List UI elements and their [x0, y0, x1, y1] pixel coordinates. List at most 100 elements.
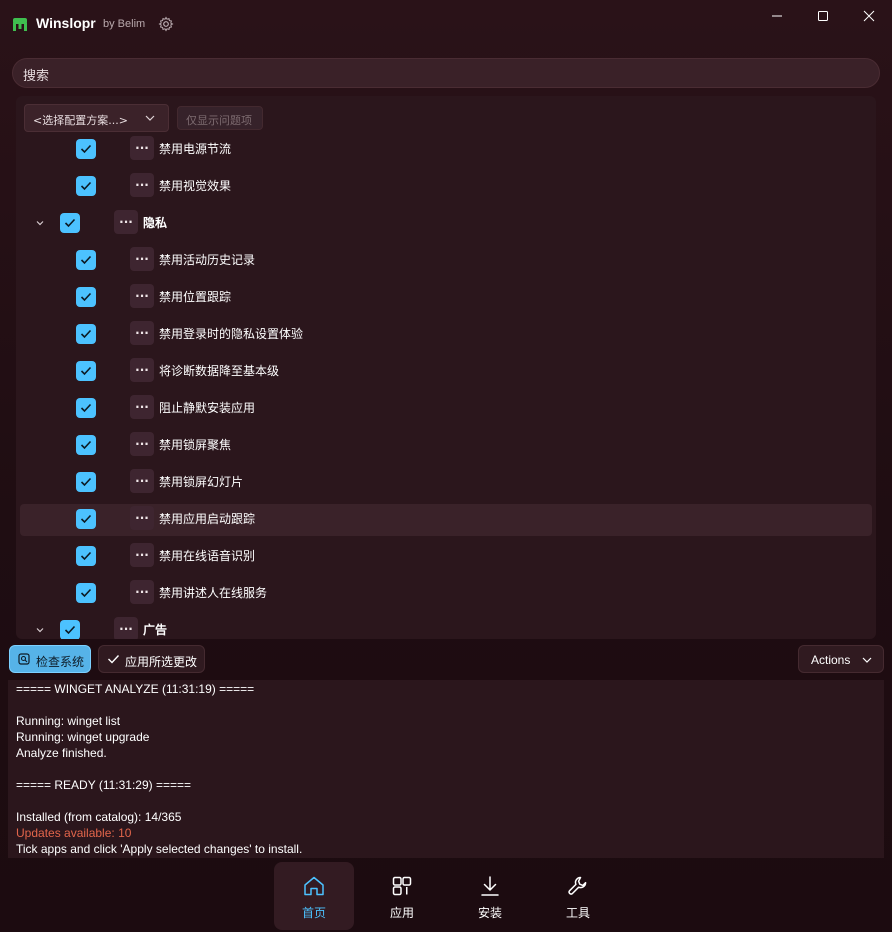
download-icon — [481, 876, 499, 896]
tweak-row[interactable]: ··· 禁用位置跟踪 — [16, 282, 876, 314]
tweak-row[interactable]: ··· 禁用视觉效果 — [16, 171, 876, 203]
log-line: ===== READY (11:31:29) ===== — [16, 778, 192, 792]
more-options-button[interactable]: ··· — [114, 210, 138, 234]
more-options-button[interactable]: ··· — [130, 247, 154, 271]
nav-item-apps[interactable]: 应用 — [362, 862, 442, 930]
checkmark-icon — [80, 588, 92, 598]
home-icon — [304, 876, 324, 896]
tweak-checkbox[interactable] — [60, 213, 80, 233]
preset-dropdown[interactable]: <选择配置方案...> — [24, 104, 169, 132]
gear-icon[interactable] — [158, 16, 174, 32]
apps-icon — [392, 876, 412, 896]
more-options-button[interactable]: ··· — [130, 136, 154, 160]
more-options-button[interactable]: ··· — [130, 284, 154, 308]
tweak-row[interactable]: ··· 禁用登录时的隐私设置体验 — [16, 319, 876, 351]
tweak-row[interactable]: ··· 禁用电源节流 — [16, 134, 876, 166]
tweak-row[interactable]: ··· 禁用应用启动跟踪 — [20, 504, 872, 536]
checkmark-icon — [80, 329, 92, 339]
tweak-row[interactable]: ··· 阻止静默安装应用 — [16, 393, 876, 425]
checkmark-icon — [80, 255, 92, 265]
more-options-button[interactable]: ··· — [130, 321, 154, 345]
chevron-down-icon[interactable] — [34, 217, 46, 229]
tweak-group-row[interactable]: ··· 隐私 — [16, 208, 876, 240]
more-options-button[interactable]: ··· — [130, 358, 154, 382]
log-line: Running: winget upgrade — [16, 730, 150, 744]
tweak-row[interactable]: ··· 禁用在线语音识别 — [16, 541, 876, 573]
tweak-label: 禁用视觉效果 — [159, 179, 232, 193]
more-icon: ··· — [135, 289, 149, 303]
log-line: Tick apps and click 'Apply selected chan… — [16, 842, 303, 856]
minimize-icon — [772, 15, 782, 17]
minimize-button[interactable] — [754, 0, 800, 32]
more-options-button[interactable]: ··· — [130, 580, 154, 604]
tweak-row[interactable]: ··· 将诊断数据降至基本级 — [16, 356, 876, 388]
more-options-button[interactable]: ··· — [130, 432, 154, 456]
more-options-button[interactable]: ··· — [130, 469, 154, 493]
chevron-down-icon — [862, 657, 872, 663]
close-button[interactable] — [846, 0, 892, 32]
tweak-checkbox[interactable] — [76, 398, 96, 418]
title-bar: Winslopr by Belim — [0, 0, 892, 50]
tweak-checkbox[interactable] — [60, 620, 80, 639]
more-options-button[interactable]: ··· — [130, 173, 154, 197]
actions-label: Actions — [811, 653, 851, 667]
maximize-button[interactable] — [800, 0, 846, 32]
log-output[interactable]: ===== WINGET ANALYZE (11:31:19) ===== Run… — [8, 680, 884, 858]
check-system-button[interactable]: 检查系统 — [9, 645, 91, 673]
log-line: Installed (from catalog): 14/365 — [16, 810, 182, 824]
preset-label: <选择配置方案...> — [33, 114, 128, 127]
checkmark-icon — [80, 366, 92, 376]
tweak-row[interactable]: ··· 禁用讲述人在线服务 — [16, 578, 876, 610]
more-options-button[interactable]: ··· — [130, 543, 154, 567]
checkmark-icon — [80, 477, 92, 487]
tweak-checkbox[interactable] — [76, 509, 96, 529]
chevron-down-icon[interactable] — [34, 624, 46, 636]
tweak-label: 隐私 — [143, 216, 168, 230]
tweak-checkbox[interactable] — [76, 435, 96, 455]
checkmark-icon — [80, 514, 92, 524]
nav-label: 工具 — [565, 906, 590, 920]
tweak-checkbox[interactable] — [76, 324, 96, 344]
tweak-checkbox[interactable] — [76, 361, 96, 381]
tweak-row[interactable]: ··· 禁用活动历史记录 — [16, 245, 876, 277]
nav-label: 安装 — [477, 906, 502, 920]
more-options-button[interactable]: ··· — [130, 395, 154, 419]
log-line: Updates available: 10 — [16, 826, 132, 840]
tweak-checkbox[interactable] — [76, 472, 96, 492]
tweak-checkbox[interactable] — [76, 176, 96, 196]
more-options-button[interactable]: ··· — [114, 617, 138, 639]
tweak-checkbox[interactable] — [76, 250, 96, 270]
more-icon: ··· — [135, 548, 149, 562]
wrench-icon — [568, 876, 587, 895]
tweak-checkbox[interactable] — [76, 583, 96, 603]
show-issues-only-button[interactable]: 仅显示问题项 — [177, 106, 263, 130]
checkmark-icon — [80, 551, 92, 561]
checkmark-icon — [80, 144, 92, 154]
tweak-label: 将诊断数据降至基本级 — [159, 364, 280, 378]
checkmark-icon — [80, 403, 92, 413]
nav-item-wrench[interactable]: 工具 — [538, 862, 618, 930]
log-line: Analyze finished. — [16, 746, 107, 760]
more-icon: ··· — [119, 622, 133, 636]
tweak-group-row[interactable]: ··· 广告 — [16, 615, 876, 639]
nav-label: 首页 — [301, 906, 326, 920]
tweak-row[interactable]: ··· 禁用锁屏聚焦 — [16, 430, 876, 462]
nav-item-download[interactable]: 安装 — [450, 862, 530, 930]
checkmark-icon — [64, 218, 76, 228]
actions-dropdown[interactable]: Actions — [798, 645, 884, 673]
tweak-checkbox[interactable] — [76, 546, 96, 566]
tweak-checkbox[interactable] — [76, 139, 96, 159]
more-options-button[interactable]: ··· — [130, 506, 154, 530]
apply-changes-button[interactable]: 应用所选更改 — [98, 645, 205, 673]
tweak-label: 禁用锁屏幻灯片 — [159, 475, 244, 489]
tweak-checkbox[interactable] — [76, 287, 96, 307]
tweak-row[interactable]: ··· 禁用锁屏幻灯片 — [16, 467, 876, 499]
more-icon: ··· — [135, 252, 149, 266]
nav-item-home[interactable]: 首页 — [274, 862, 354, 930]
close-icon — [863, 10, 875, 22]
apply-changes-label: 应用所选更改 — [125, 655, 198, 669]
search-input[interactable]: 搜索 — [12, 58, 880, 88]
more-icon: ··· — [135, 437, 149, 451]
more-icon: ··· — [135, 511, 149, 525]
chevron-down-icon — [145, 115, 155, 121]
